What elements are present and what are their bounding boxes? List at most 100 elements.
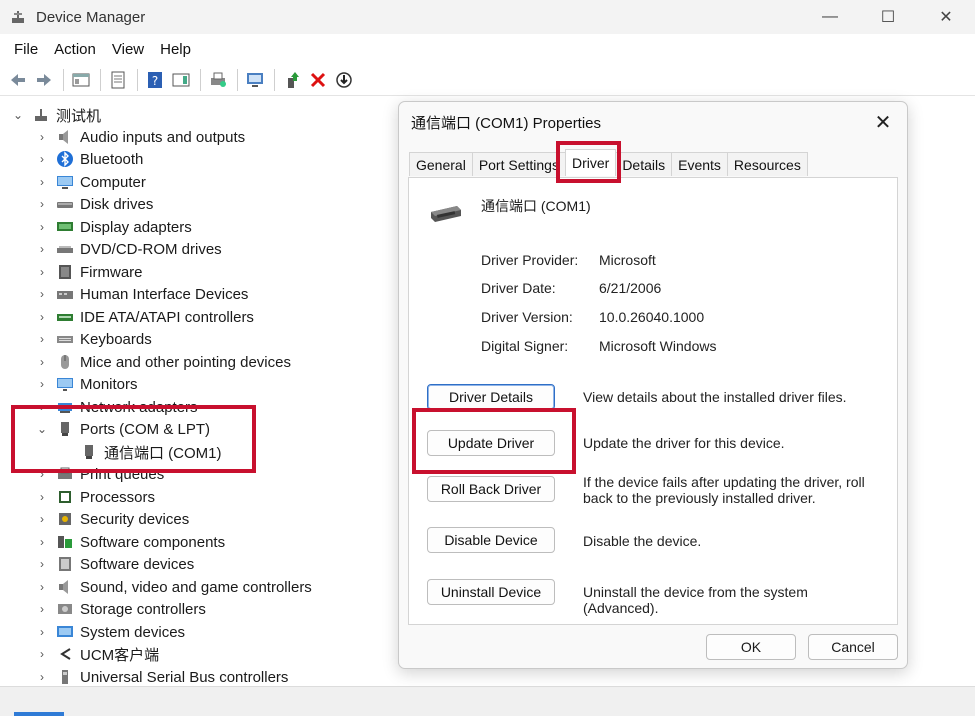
tree-category-item[interactable]: › System devices — [34, 621, 185, 643]
driver-details-button[interactable]: Driver Details — [427, 384, 555, 410]
tree-category-item[interactable]: › Firmware — [34, 261, 143, 283]
tab-events[interactable]: Events — [671, 152, 728, 176]
tree-item-label: System devices — [80, 623, 186, 641]
keyboard-icon — [56, 330, 74, 348]
tree-category-item[interactable]: › Computer — [34, 171, 146, 193]
chevron-right-icon[interactable]: › — [34, 601, 50, 617]
back-arrow-icon[interactable] — [6, 68, 30, 92]
tab-general[interactable]: General — [409, 152, 473, 176]
menu-file[interactable]: File — [6, 41, 46, 58]
port-icon — [56, 420, 74, 438]
tree-category-item[interactable]: › Mice and other pointing devices — [34, 351, 291, 373]
uninstall-device-button[interactable]: Uninstall Device — [427, 579, 555, 605]
device-manager-icon — [10, 9, 26, 25]
serial-port-icon — [427, 200, 465, 226]
tree-category-item[interactable]: › Human Interface Devices — [34, 283, 248, 305]
chevron-right-icon[interactable]: › — [34, 264, 50, 280]
ok-button[interactable]: OK — [706, 634, 796, 660]
tree-item-label: Keyboards — [80, 330, 152, 348]
tree-category-item[interactable]: › Sound, video and game controllers — [34, 576, 312, 598]
tree-category-item[interactable]: › Universal Serial Bus controllers — [34, 666, 288, 686]
help-icon[interactable]: ? — [143, 68, 167, 92]
tree-category-item[interactable]: › Storage controllers — [34, 598, 206, 620]
tree-item-label: Universal Serial Bus controllers — [80, 668, 289, 686]
status-indicator — [14, 712, 64, 716]
tree-category-item[interactable]: › Print queues — [34, 463, 164, 485]
tree-category-item[interactable]: › Monitors — [34, 373, 138, 395]
tree-category-item[interactable]: ⌄ Ports (COM & LPT) — [34, 418, 210, 440]
chevron-right-icon[interactable]: › — [34, 511, 50, 527]
tree-item-label: Mice and other pointing devices — [80, 353, 291, 371]
chevron-right-icon[interactable]: › — [34, 489, 50, 505]
tree-category-item[interactable]: › Processors — [34, 486, 155, 508]
chevron-right-icon[interactable]: › — [34, 174, 50, 190]
tree-category-item[interactable]: › UCM客户端 — [34, 643, 159, 665]
chevron-right-icon[interactable]: › — [34, 579, 50, 595]
tree-item-label: DVD/CD-ROM drives — [80, 240, 222, 258]
chevron-right-icon[interactable]: › — [34, 241, 50, 257]
tree-category-item[interactable]: › Bluetooth — [34, 148, 143, 170]
chevron-right-icon[interactable]: › — [34, 646, 50, 662]
menu-action[interactable]: Action — [46, 41, 104, 58]
tree-root[interactable]: ⌄ 测试机 — [10, 104, 101, 126]
minimize-button[interactable]: — — [801, 0, 859, 34]
chevron-right-icon[interactable]: › — [34, 196, 50, 212]
update-driver-icon[interactable] — [280, 68, 304, 92]
info-value-signer: Microsoft Windows — [599, 338, 717, 354]
tree-category-item[interactable]: › DVD/CD-ROM drives — [34, 238, 222, 260]
dialog-close-icon[interactable]: ✕ — [869, 108, 897, 136]
forward-arrow-icon[interactable] — [32, 68, 56, 92]
chevron-right-icon[interactable]: › — [34, 669, 50, 685]
chevron-right-icon[interactable]: › — [34, 534, 50, 550]
print-icon[interactable] — [206, 68, 230, 92]
show-hide-console-tree-icon[interactable] — [69, 68, 93, 92]
chevron-down-icon[interactable]: ⌄ — [10, 107, 26, 123]
chevron-right-icon[interactable]: › — [34, 354, 50, 370]
chevron-right-icon[interactable]: › — [34, 376, 50, 392]
tree-category-item[interactable]: › Software devices — [34, 553, 194, 575]
tree-category-item[interactable]: › Audio inputs and outputs — [34, 126, 245, 148]
scan-hardware-icon[interactable] — [243, 68, 267, 92]
chevron-right-icon[interactable]: › — [34, 331, 50, 347]
menu-help[interactable]: Help — [152, 41, 199, 58]
chevron-right-icon[interactable]: › — [34, 151, 50, 167]
action-pane-icon[interactable] — [169, 68, 193, 92]
bluetooth-icon — [56, 150, 74, 168]
tree-item-label: Bluetooth — [80, 150, 144, 168]
chevron-right-icon[interactable]: › — [34, 309, 50, 325]
properties-icon[interactable] — [106, 68, 130, 92]
chevron-right-icon[interactable]: › — [34, 286, 50, 302]
tree-category-item[interactable]: › Disk drives — [34, 193, 153, 215]
chevron-right-icon[interactable]: › — [34, 556, 50, 572]
info-value-date: 6/21/2006 — [599, 280, 662, 296]
chevron-right-icon[interactable]: › — [34, 624, 50, 640]
tree-category-item[interactable]: › Network adapters — [34, 396, 198, 418]
tree-child-item[interactable]: 通信端口 (COM1) — [80, 441, 222, 463]
uninstall-device-icon[interactable] — [306, 68, 330, 92]
tab-details[interactable]: Details — [615, 152, 673, 176]
tree-category-item[interactable]: › IDE ATA/ATAPI controllers — [34, 306, 254, 328]
tab-resources[interactable]: Resources — [726, 152, 808, 176]
menu-view[interactable]: View — [104, 41, 152, 58]
tree-category-item[interactable]: › Software components — [34, 531, 225, 553]
title-bar: Device Manager — ☐ ✕ — [0, 0, 975, 34]
update-driver-button[interactable]: Update Driver — [427, 430, 555, 456]
disable-device-button[interactable]: Disable Device — [427, 527, 555, 553]
tab-port-settings[interactable]: Port Settings — [471, 152, 566, 176]
chevron-right-icon[interactable]: › — [34, 129, 50, 145]
tree-category-item[interactable]: › Security devices — [34, 508, 189, 530]
info-label-signer: Digital Signer: — [481, 338, 569, 354]
chevron-right-icon[interactable]: › — [34, 219, 50, 235]
roll-back-driver-button[interactable]: Roll Back Driver — [427, 476, 555, 502]
disable-device-icon[interactable] — [332, 68, 356, 92]
tree-category-item[interactable]: › Display adapters — [34, 216, 192, 238]
cancel-button[interactable]: Cancel — [808, 634, 898, 660]
tab-driver[interactable]: Driver — [564, 149, 617, 176]
chevron-right-icon[interactable]: › — [34, 399, 50, 415]
tree-category-item[interactable]: › Keyboards — [34, 328, 152, 350]
computer-icon — [56, 173, 74, 191]
close-button[interactable]: ✕ — [917, 0, 975, 34]
maximize-button[interactable]: ☐ — [859, 0, 917, 34]
chevron-down-icon[interactable]: ⌄ — [34, 421, 50, 437]
chevron-right-icon[interactable]: › — [34, 466, 50, 482]
